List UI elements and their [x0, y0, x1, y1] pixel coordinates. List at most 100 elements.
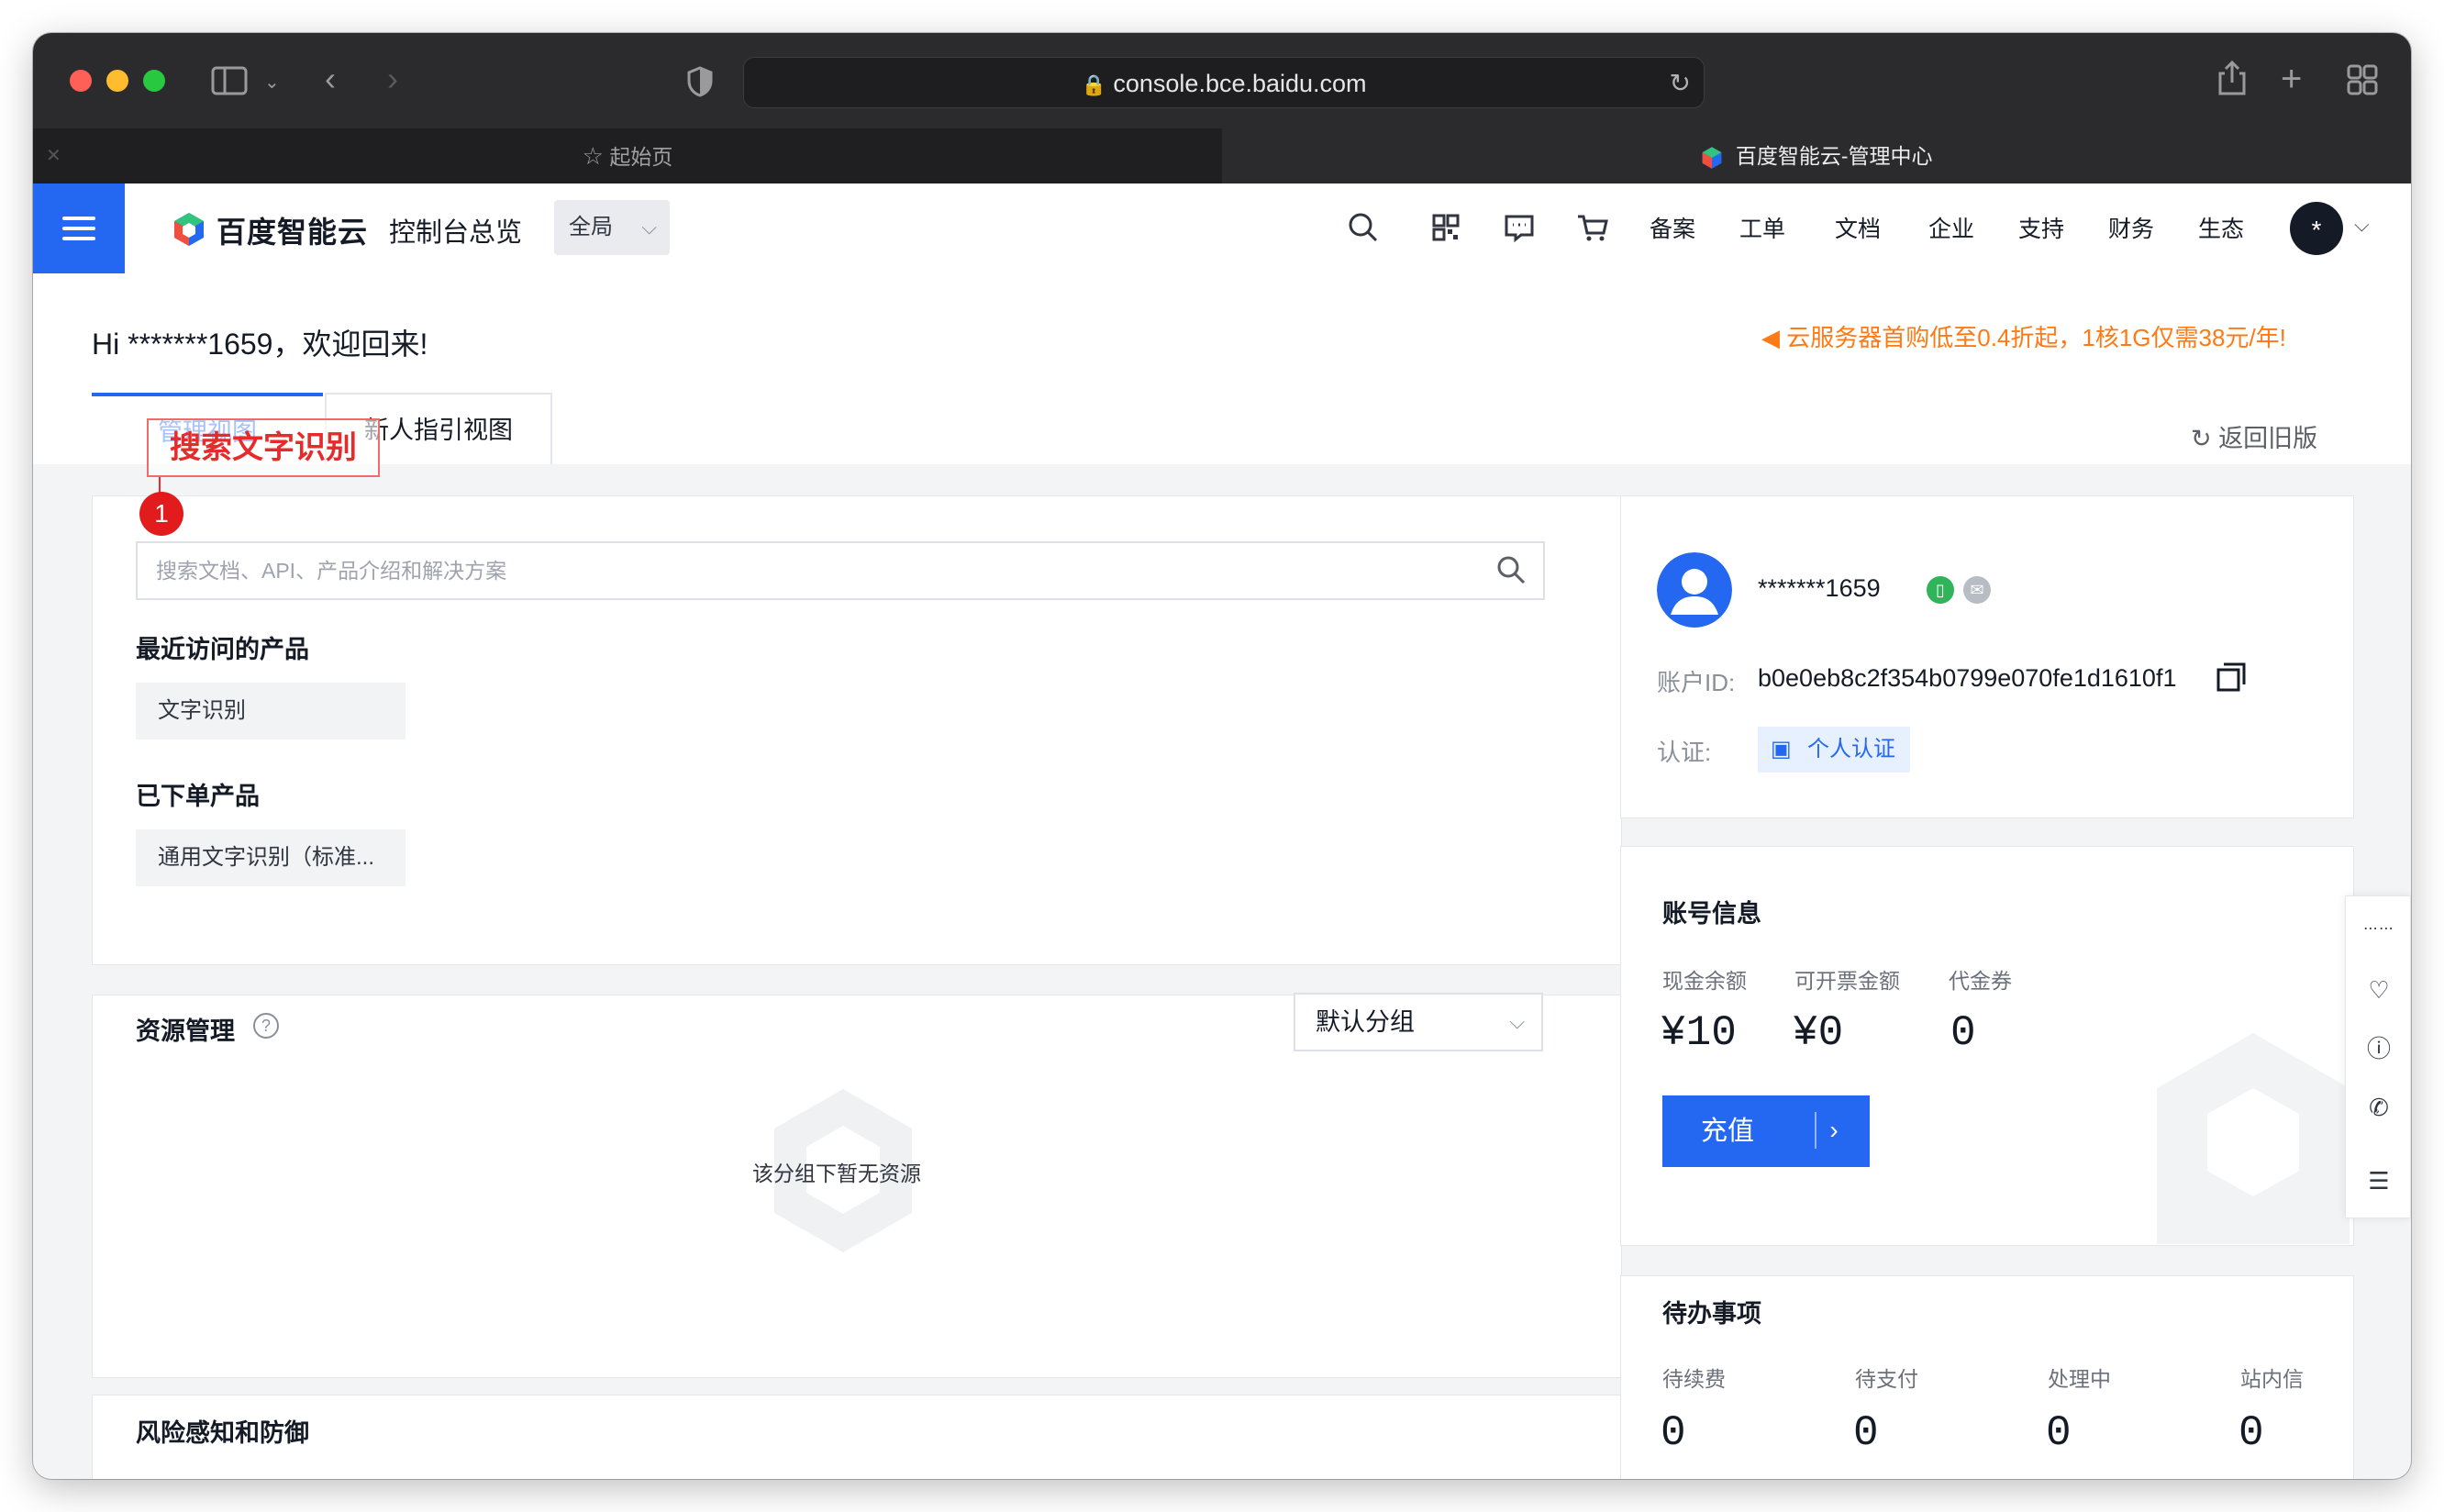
heart-icon[interactable]: ♡ — [2346, 962, 2411, 1017]
share-icon[interactable] — [2216, 59, 2248, 97]
recent-product-item[interactable]: 文字识别 — [136, 683, 405, 739]
todo-payment-value[interactable]: 0 — [1853, 1409, 1879, 1457]
voucher-label: 代金券 — [1949, 969, 2012, 993]
nav-support[interactable]: 支持 — [2018, 211, 2064, 244]
sidebar-toggle-icon[interactable] — [211, 66, 248, 95]
email-icon: ✉ — [1963, 576, 1991, 604]
back-icon[interactable]: ‹ — [325, 61, 336, 97]
reload-icon[interactable]: ↻ — [1670, 58, 1691, 109]
promo-banner[interactable]: ◀ 云服务器首购低至0.4折起，1核1G仅需38元/年! — [1761, 319, 2286, 353]
nav-finance[interactable]: 财务 — [2108, 211, 2154, 244]
speaker-icon: ◀ — [1761, 324, 1780, 351]
zoom-window-button[interactable] — [143, 70, 165, 92]
star-icon: ☆ — [582, 142, 604, 170]
ordered-product-item[interactable]: 通用文字识别（标准... — [136, 829, 405, 886]
recharge-button[interactable]: 充值 › — [1662, 1095, 1870, 1167]
chevron-down-icon[interactable]: ⌵ — [2354, 213, 2370, 237]
qr-code-icon[interactable] — [1428, 209, 1464, 246]
baidu-cloud-logo-icon[interactable] — [171, 211, 207, 248]
nav-ecosystem[interactable]: 生态 — [2198, 211, 2244, 244]
account-id-label: 账户ID: — [1657, 669, 1736, 696]
search-icon[interactable] — [1495, 554, 1527, 585]
cart-icon[interactable] — [1574, 209, 1611, 246]
address-bar[interactable]: 🔒 console.bce.baidu.com ↻ — [743, 57, 1705, 108]
tab-label: 百度智能云-管理中心 — [1735, 144, 1933, 168]
id-card-icon: ▣ — [1771, 737, 1792, 762]
help-icon[interactable]: ⓘ — [2346, 1021, 2411, 1076]
profile-username: *******1659 — [1758, 574, 1881, 602]
region-label: 全局 — [569, 215, 613, 239]
chevron-down-icon: ⌵ — [641, 216, 657, 239]
annotation-label: 搜索文字识别 — [147, 418, 380, 477]
console-header: 百度智能云 控制台总览 全局 ⌵ 备案 工单 文档 企业 支持 财务 生态 * … — [33, 183, 2411, 273]
todo-processing-value[interactable]: 0 — [2046, 1409, 2072, 1457]
search-input[interactable] — [138, 543, 1459, 598]
resource-group-label: 默认分组 — [1316, 1008, 1415, 1036]
chevron-down-icon[interactable]: ⌄ — [264, 64, 280, 101]
tab-start-page[interactable]: ✕ ☆ 起始页 — [33, 128, 1222, 183]
url-text: 🔒 console.bce.baidu.com — [744, 58, 1704, 111]
risk-defense-title: 风险感知和防御 — [136, 1419, 309, 1447]
hamburger-menu-button[interactable] — [33, 183, 125, 273]
greeting-text: Hi *******1659，欢迎回来! — [92, 328, 428, 361]
minimize-window-button[interactable] — [106, 70, 128, 92]
invoiceable-amount-label: 可开票金额 — [1794, 969, 1900, 993]
lock-icon: 🔒 — [1081, 73, 1106, 96]
back-to-old-version-link[interactable]: ↻ 返回旧版 — [2191, 418, 2317, 454]
welcome-section: Hi *******1659，欢迎回来! ◀ 云服务器首购低至0.4折起，1核1… — [33, 273, 2411, 464]
cash-balance-value[interactable]: ¥10 — [1661, 1009, 1737, 1057]
nav-docs[interactable]: 文档 — [1835, 211, 1881, 244]
phone-icon[interactable]: ✆ — [2346, 1080, 2411, 1135]
copy-icon[interactable] — [2215, 661, 2248, 694]
todo-messages-value[interactable]: 0 — [2238, 1409, 2264, 1457]
promo-text: 云服务器首购低至0.4折起，1核1G仅需38元/年! — [1786, 324, 2286, 351]
browser-tabbar: ✕ ☆ 起始页 百度智能云-管理中心 — [33, 128, 2411, 183]
account-info-title: 账号信息 — [1662, 900, 1761, 928]
browser-titlebar: ⌄ ‹ › 🔒 console.bce.baidu.com ↻ + — [33, 33, 2411, 128]
tab-label: 起始页 — [609, 145, 673, 169]
chevron-down-icon: ⌵ — [1509, 1010, 1525, 1033]
recent-products-title: 最近访问的产品 — [136, 636, 309, 663]
browser-window: ⌄ ‹ › 🔒 console.bce.baidu.com ↻ + ✕ ☆ 起始… — [33, 33, 2411, 1479]
close-window-button[interactable] — [70, 70, 92, 92]
invoiceable-amount-value[interactable]: ¥0 — [1793, 1009, 1843, 1057]
avatar[interactable]: * — [2290, 202, 2343, 255]
todo-renewal-label: 待续费 — [1662, 1367, 1726, 1391]
help-icon[interactable]: ? — [253, 1013, 279, 1039]
console-overview-title[interactable]: 控制台总览 — [389, 211, 522, 250]
risk-defense-card — [92, 1395, 1622, 1479]
nav-icp-filing[interactable]: 备案 — [1650, 211, 1695, 244]
decorative-cube-icon — [2157, 1033, 2350, 1244]
profile-card — [1620, 495, 2354, 818]
personal-certification-badge[interactable]: ▣ 个人认证 — [1758, 727, 1910, 773]
back-to-top-icon[interactable]: ☰ — [2346, 1153, 2411, 1208]
account-id-value: b0e0eb8c2f354b0799e070fe1d1610f1 — [1758, 664, 2177, 692]
forward-icon[interactable]: › — [387, 61, 398, 97]
resource-group-select[interactable]: 默认分组 ⌵ — [1294, 993, 1543, 1051]
region-select[interactable]: 全局 ⌵ — [554, 200, 670, 255]
todo-messages-label: 站内信 — [2240, 1367, 2304, 1391]
nav-enterprise[interactable]: 企业 — [1928, 211, 1974, 244]
todo-title: 待办事项 — [1662, 1300, 1761, 1328]
new-tab-icon[interactable]: + — [2281, 61, 2302, 97]
resource-management-title: 资源管理 — [136, 1017, 235, 1045]
cash-balance-label: 现金余额 — [1662, 969, 1747, 993]
voucher-value[interactable]: 0 — [1950, 1009, 1976, 1057]
message-icon[interactable] — [1501, 209, 1538, 246]
search-field[interactable] — [136, 541, 1545, 600]
tab-baidu-console[interactable]: 百度智能云-管理中心 — [1222, 128, 2411, 183]
todo-renewal-value[interactable]: 0 — [1661, 1409, 1686, 1457]
shield-icon[interactable] — [686, 66, 714, 97]
floating-toolbar: ⋯⋯ ♡ ⓘ ✆ ☰ — [2345, 895, 2411, 1218]
ordered-products-title: 已下单产品 — [136, 783, 260, 810]
tab-overview-icon[interactable] — [2347, 64, 2378, 95]
drag-handle-icon[interactable]: ⋯⋯ — [2346, 902, 2411, 957]
search-icon[interactable] — [1345, 209, 1382, 246]
nav-ticket[interactable]: 工单 — [1739, 211, 1785, 244]
back-old-label: 返回旧版 — [2218, 425, 2318, 452]
logo-text[interactable]: 百度智能云 — [217, 209, 368, 251]
close-tab-icon[interactable]: ✕ — [46, 128, 61, 183]
refresh-icon: ↻ — [2191, 425, 2212, 452]
empty-resources-text: 该分组下暂无资源 — [752, 1162, 921, 1185]
user-avatar-icon[interactable] — [1657, 552, 1732, 628]
